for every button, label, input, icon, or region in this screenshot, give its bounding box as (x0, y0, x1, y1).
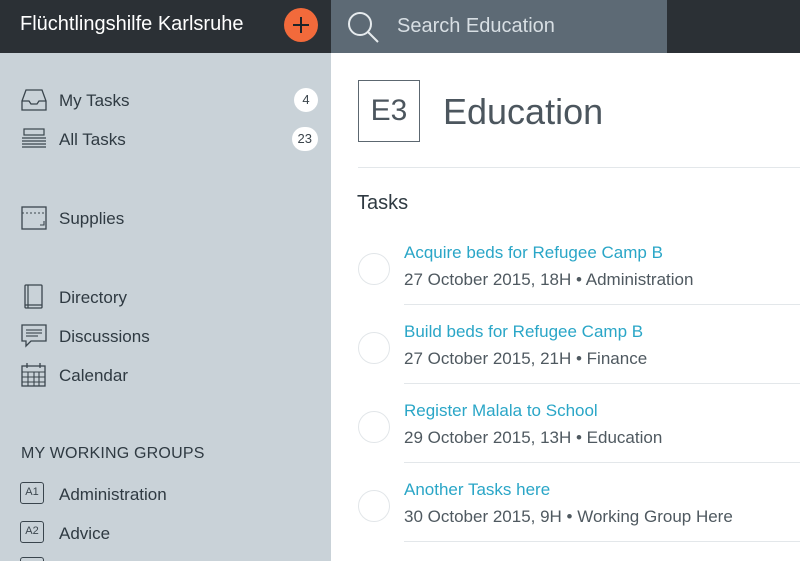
task-divider (404, 541, 800, 542)
plus-icon (293, 17, 309, 33)
sidebar-item-supplies[interactable]: Supplies (20, 203, 320, 233)
sidebar-item-label: My Tasks (59, 91, 130, 110)
tasks-heading: Tasks (357, 192, 409, 214)
task-divider (404, 462, 800, 463)
top-bar: Flüchtlingshilfe Karlsruhe (0, 0, 800, 53)
group-label: Advice (59, 524, 111, 543)
task-divider (404, 304, 800, 305)
task-checkbox[interactable] (358, 253, 390, 285)
page-title: Education (443, 91, 604, 132)
calendar-icon (21, 363, 46, 387)
task-item: Acquire beds for Refugee Camp B 27 Octob… (358, 235, 800, 314)
org-name[interactable]: Flüchtlingshilfe Karlsruhe (20, 12, 243, 36)
book-icon (24, 284, 43, 309)
search-input[interactable] (397, 11, 647, 41)
sidebar-item-directory[interactable]: Directory (20, 282, 320, 312)
box-icon (21, 206, 47, 230)
search-icon[interactable] (345, 10, 381, 44)
task-meta: 27 October 2015, 18H • Administration (404, 270, 694, 289)
task-meta: 30 October 2015, 9H • Working Group Here (404, 507, 733, 526)
search-bar (331, 0, 667, 53)
working-groups-heading: MY WORKING GROUPS (21, 445, 205, 462)
group-label: Administration (59, 485, 167, 504)
working-group-badge: E3 (358, 80, 420, 142)
task-title[interactable]: Register Malala to School (404, 401, 598, 421)
sidebar-item-label: Calendar (59, 366, 128, 385)
task-title[interactable]: Another Tasks here (404, 480, 550, 500)
sidebar: My Tasks 4 All Tasks 23 Supplies Directo… (0, 53, 331, 561)
sidebar-group-advice[interactable]: A2 Advice (20, 518, 320, 548)
count-badge: 4 (294, 88, 318, 112)
sidebar-item-label: All Tasks (59, 130, 126, 149)
sidebar-item-label: Discussions (59, 327, 150, 346)
task-meta: 27 October 2015, 21H • Finance (404, 349, 648, 368)
sidebar-item-discussions[interactable]: Discussions (20, 321, 320, 351)
sidebar-group-administration[interactable]: A1 Administration (20, 479, 320, 509)
task-item: Another Tasks here 30 October 2015, 9H •… (358, 472, 800, 551)
sidebar-item-label: Directory (59, 288, 128, 307)
task-title[interactable]: Acquire beds for Refugee Camp B (404, 243, 663, 263)
group-tag: A2 (20, 521, 44, 543)
add-button[interactable] (284, 8, 318, 42)
sidebar-item-all-tasks[interactable]: All Tasks 23 (20, 124, 320, 154)
task-title[interactable]: Build beds for Refugee Camp B (404, 322, 643, 342)
task-item: Build beds for Refugee Camp B 27 October… (358, 314, 800, 393)
task-checkbox[interactable] (358, 411, 390, 443)
count-badge: 23 (291, 127, 318, 151)
stack-icon (22, 128, 46, 148)
inbox-icon (21, 89, 47, 111)
task-divider (404, 383, 800, 384)
task-checkbox[interactable] (358, 332, 390, 364)
chat-icon (21, 324, 47, 348)
task-item: Register Malala to School 29 October 201… (358, 393, 800, 472)
sidebar-item-calendar[interactable]: Calendar (20, 360, 320, 390)
main-content: E3 Education Tasks Acquire beds for Refu… (331, 53, 800, 561)
task-checkbox[interactable] (358, 490, 390, 522)
divider (358, 167, 800, 168)
group-tag-partial (20, 557, 44, 561)
sidebar-item-my-tasks[interactable]: My Tasks 4 (20, 85, 320, 115)
sidebar-item-label: Supplies (59, 209, 125, 228)
group-tag: A1 (20, 482, 44, 504)
task-meta: 29 October 2015, 13H • Education (404, 428, 663, 447)
